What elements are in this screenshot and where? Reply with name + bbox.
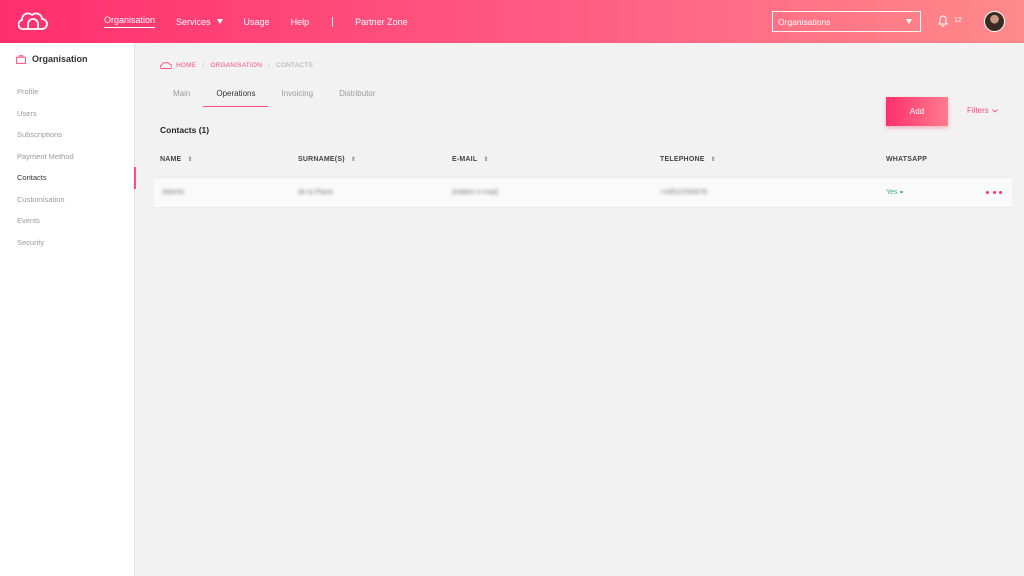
sidebar-item-payment-method[interactable]: Payment Method [0,146,135,168]
caret-down-icon [906,19,912,24]
sidebar-item-profile[interactable]: Profile [0,81,135,103]
nav-usage-label: Usage [243,16,270,27]
avatar[interactable] [984,11,1005,32]
breadcrumb: HOME / ORGANISATION / CONTACTS [160,62,313,69]
cell-telephone: +34612345678 [660,189,707,196]
whatsapp-status: Yes [886,189,898,196]
column-header-label: WHATSAPP [886,156,928,163]
notification-count: 12 [954,17,962,24]
sort-icon: ⇕ [483,156,489,163]
dot-icon [986,190,989,194]
organisation-select[interactable]: Organisations [772,11,921,32]
cell-whatsapp: Yes [886,189,903,196]
dot-icon [992,190,996,194]
contacts-title: Contacts (1) [160,125,210,135]
sidebar-item-security[interactable]: Security [0,232,135,254]
column-header-surname[interactable]: SURNAME(S) ⇕ [298,156,356,163]
sidebar-item-subscriptions[interactable]: Subscriptions [0,124,135,146]
column-header-telephone[interactable]: TELEPHONE ⇕ [660,156,716,163]
cell-email: [hidden e-mail] [452,189,498,196]
cloud-home-icon[interactable] [160,62,172,69]
caret-down-icon [216,19,223,24]
tab-bar: Main Operations Invoicing Distributor [160,80,389,107]
column-header-label: TELEPHONE [660,156,705,163]
briefcase-icon [16,54,26,64]
breadcrumb-separator: / [268,62,271,69]
column-header-label: NAME [160,156,182,163]
column-header-label: SURNAME(S) [298,156,345,163]
tab-distributor[interactable]: Distributor [326,80,388,107]
add-button[interactable]: Add [886,97,948,126]
bell-icon[interactable] [938,15,948,27]
nav-services[interactable]: Services [176,0,223,43]
row-actions-menu[interactable] [986,187,1002,197]
tab-invoicing[interactable]: Invoicing [268,80,326,107]
table-row[interactable]: Alberto de la Plaza [hidden e-mail] +346… [154,177,1012,208]
filters-button[interactable]: Filters [967,106,998,115]
sort-icon: ⇕ [710,156,716,163]
nav-divider [332,16,334,27]
sidebar-title-label: Organisation [32,54,88,64]
filters-label: Filters [967,106,989,115]
breadcrumb-organisation[interactable]: ORGANISATION [210,62,262,69]
nav-help-label: Help [290,16,310,27]
sidebar-item-users[interactable]: Users [0,103,135,125]
column-header-whatsapp: WHATSAPP [886,156,927,163]
sort-icon: ⇕ [350,156,356,163]
sidebar-item-customisation[interactable]: Customisation [0,189,135,211]
breadcrumb-current: CONTACTS [276,62,313,69]
column-header-name[interactable]: NAME ⇕ [160,156,193,163]
tab-operations[interactable]: Operations [203,80,269,107]
nav-services-label: Services [176,16,211,27]
sidebar-menu: Profile Users Subscriptions Payment Meth… [0,81,136,254]
nav-organisation-label: Organisation [104,15,156,28]
chevron-down-icon [991,108,998,113]
column-header-email[interactable]: E-MAIL ⇕ [452,156,489,163]
organisation-select-value: Organisations [778,16,831,27]
sidebar: Organisation Profile Users Subscriptions… [0,43,136,576]
table-header: NAME ⇕ SURNAME(S) ⇕ E-MAIL ⇕ TELEPHONE ⇕ WHA… [154,152,1012,170]
cell-surname: de la Plaza [298,189,333,196]
nav-partner-zone[interactable]: Partner Zone [355,0,408,43]
nav-partner-zone-label: Partner Zone [355,16,408,27]
status-dot-icon [900,190,903,194]
nav-usage[interactable]: Usage [244,0,270,43]
column-header-label: E-MAIL [452,156,478,163]
breadcrumb-home[interactable]: HOME [176,62,196,69]
main-nav: Organisation Services Usage Help Partner… [104,0,429,43]
top-bar: Organisation Services Usage Help Partner… [0,0,1024,43]
sidebar-title: Organisation [16,54,88,64]
dot-icon [999,190,1002,194]
sidebar-item-contacts[interactable]: Contacts [0,167,136,189]
sort-icon: ⇕ [187,156,193,163]
cell-name: Alberto [162,189,185,196]
sidebar-item-events[interactable]: Events [0,210,135,232]
nav-help[interactable]: Help [291,0,310,43]
tab-main[interactable]: Main [160,80,203,107]
cloud-logo-icon[interactable] [18,12,48,32]
breadcrumb-separator: / [202,62,205,69]
nav-organisation[interactable]: Organisation [104,0,156,43]
